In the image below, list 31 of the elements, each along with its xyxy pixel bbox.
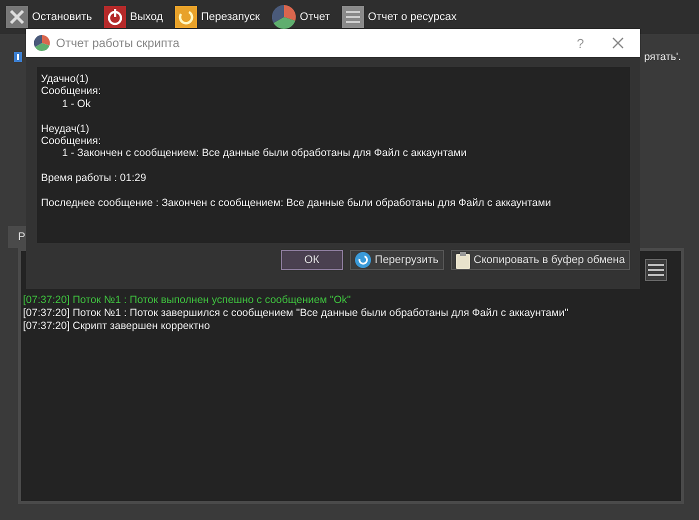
ok-button[interactable]: ОК <box>280 250 343 270</box>
toolbar-button[interactable]: Выход <box>104 6 169 28</box>
toolbar-button[interactable]: Отчет <box>272 5 336 29</box>
log-line: [07:37:20] Поток №1 : Поток выполнен успешно с сообщением "Ok" <box>23 294 352 307</box>
report-line: Сообщения: <box>41 135 101 148</box>
report-line: Неудач(1) <box>41 122 90 136</box>
report-line: Сообщения: <box>41 85 101 98</box>
report-line: 1 - Закончен с сообщением: Все данные были обработаны для Файл с аккаунтами <box>61 147 467 160</box>
report-line: Последнее сообщение : Закончен с сообщением: Все данные были обработаны для Файл с аккаунтами <box>41 197 551 210</box>
refresh-icon <box>354 252 371 268</box>
copy-button[interactable]: Скопировать в буфер обмена <box>450 250 630 270</box>
toolbar-button[interactable]: Отчет о ресурсах <box>342 6 463 28</box>
log-line: [07:37:20] Скрипт завершен корректно <box>23 320 211 333</box>
toolbar-button[interactable]: Остановить <box>6 6 98 28</box>
info-text: рятать'. <box>644 51 681 63</box>
report-line: Удачно(1) <box>41 73 89 86</box>
report-line: Время работы : 01:29 <box>41 172 146 185</box>
info-icon <box>14 52 22 62</box>
clipboard-icon <box>456 252 470 268</box>
refresh-icon <box>174 6 197 28</box>
reload-button[interactable]: Перегрузить <box>350 250 444 270</box>
pie-chart-icon <box>272 5 296 29</box>
list-icon <box>342 6 364 28</box>
log-line: [07:37:20] Поток №1 : Поток завершился с сообщением "Все данные были обработаны для Файл с аккаунтами" <box>23 307 568 320</box>
toolbar-button[interactable]: Перезапуск <box>174 6 266 28</box>
pie-chart-icon <box>34 35 50 51</box>
menu-button[interactable] <box>645 259 667 281</box>
report-line: 1 - Ok <box>61 98 91 110</box>
x-icon <box>6 6 28 28</box>
dialog-title: Отчет работы скрипта <box>56 36 180 50</box>
close-button[interactable] <box>612 37 624 49</box>
